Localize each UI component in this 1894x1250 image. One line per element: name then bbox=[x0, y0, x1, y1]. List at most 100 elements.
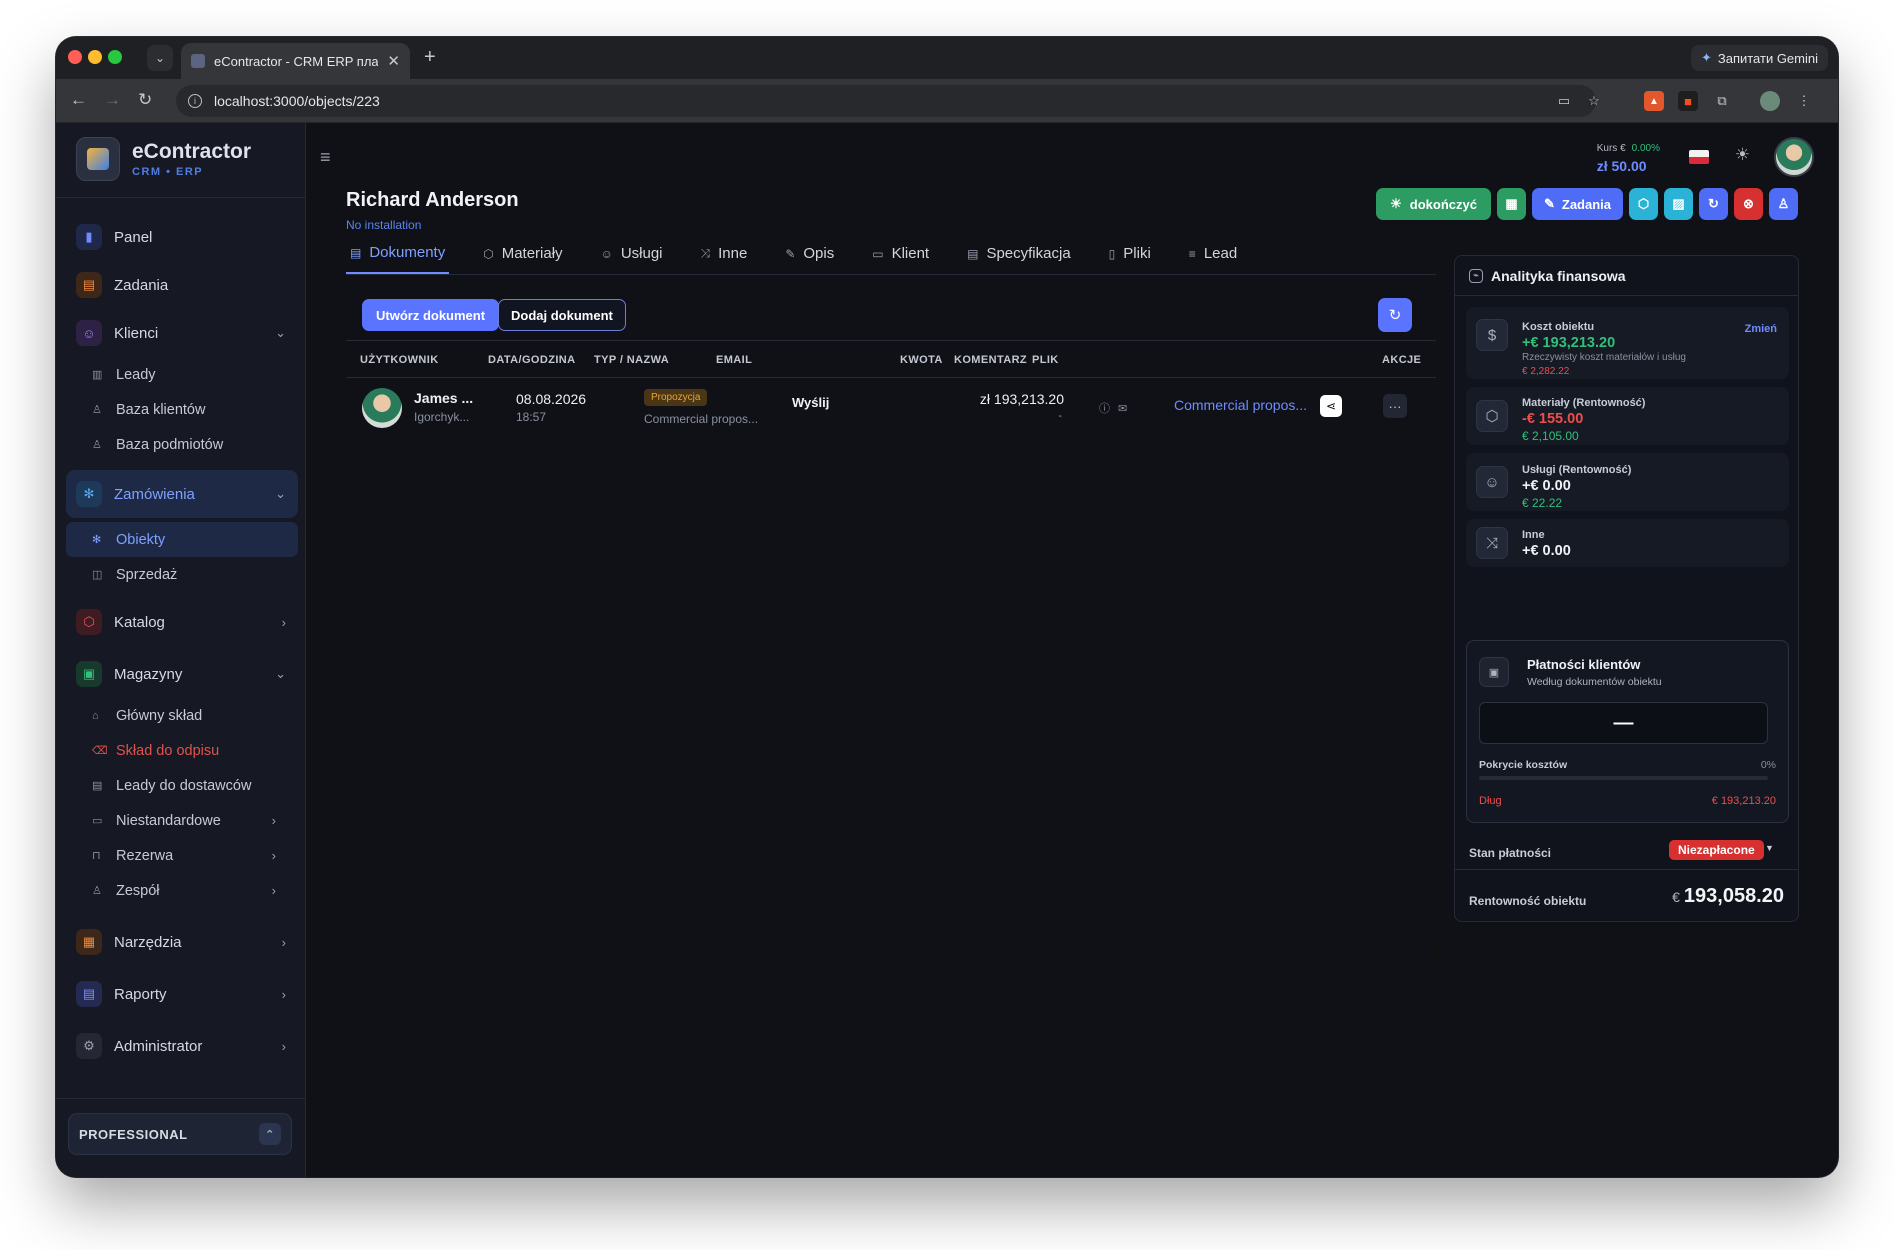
reload-icon[interactable]: ↻ bbox=[138, 90, 152, 110]
tab-specyfikacja[interactable]: ▤ Specyfikacja bbox=[963, 233, 1075, 274]
new-tab-button[interactable]: + bbox=[424, 46, 436, 69]
sidebar-item-panel[interactable]: ▮ Panel bbox=[66, 213, 298, 261]
forward-icon[interactable]: → bbox=[104, 90, 121, 110]
close-tab-icon[interactable]: ✕ bbox=[387, 52, 400, 70]
sidebar-item-zadania[interactable]: ▤ Zadania bbox=[66, 261, 298, 309]
sidebar-sub-baza-podmiotow[interactable]: ♙ Baza podmiotów bbox=[66, 427, 298, 462]
sidebar-sub-baza-klientow[interactable]: ♙ Baza klientów bbox=[66, 392, 298, 427]
row-file-link[interactable]: Commercial propos... bbox=[1174, 397, 1307, 413]
main-content: ≡ Kurs € 0.00% zł 50.00 ☀ Richard Anderso… bbox=[306, 123, 1838, 1177]
mail-icon[interactable]: ✉ bbox=[1118, 403, 1135, 415]
chevron-right-icon: › bbox=[271, 883, 276, 898]
cube-button[interactable]: ⬡ bbox=[1629, 188, 1658, 220]
menu-dots-icon[interactable]: ⋮ bbox=[1794, 91, 1814, 111]
materials-label: Materiały (Rentowność) bbox=[1522, 397, 1646, 409]
create-document-button[interactable]: Utwórz dokument bbox=[362, 299, 500, 331]
sidebar-sub-label: Niestandardowe bbox=[116, 812, 221, 829]
close-window-button[interactable] bbox=[68, 50, 82, 64]
sidebar-sub-rezerwa[interactable]: ⊓ Rezerwa › bbox=[66, 838, 298, 873]
sidebar-item-raporty[interactable]: ▤ Raporty › bbox=[66, 970, 298, 1018]
hamburger-menu-icon[interactable]: ≡ bbox=[320, 147, 331, 168]
tab-inne[interactable]: ⤨ Inne bbox=[697, 233, 752, 274]
finish-label: dokończyć bbox=[1409, 196, 1477, 212]
leads-icon: ▥ bbox=[92, 369, 103, 381]
share-icon[interactable]: ⋖ bbox=[1320, 395, 1342, 417]
tab-materialy[interactable]: ⬡ Materiały bbox=[479, 233, 566, 274]
url-text: localhost:3000/objects/223 bbox=[214, 93, 380, 109]
language-flag-icon[interactable] bbox=[1689, 150, 1709, 164]
chart-button[interactable]: ▨ bbox=[1664, 188, 1693, 220]
minimize-window-button[interactable] bbox=[88, 50, 102, 64]
add-document-button[interactable]: Dodaj dokument bbox=[498, 299, 626, 331]
tab-lead[interactable]: ≡ Lead bbox=[1185, 233, 1241, 274]
extensions-puzzle-icon[interactable]: ⧉ bbox=[1712, 91, 1732, 111]
tasks-button[interactable]: ✎ Zadania bbox=[1531, 188, 1623, 220]
install-icon[interactable]: ▭ bbox=[1554, 91, 1574, 111]
other-card: ⤨ Inne +€ 0.00 bbox=[1466, 519, 1789, 567]
bookmark-star-icon[interactable]: ☆ bbox=[1584, 91, 1604, 111]
sidebar-item-klienci[interactable]: ☺ Klienci ⌄ bbox=[66, 309, 298, 357]
row-email-send[interactable]: Wyślij bbox=[792, 395, 829, 410]
brand[interactable]: eContractor CRM • ERP bbox=[76, 137, 251, 181]
tab-klient[interactable]: ▭ Klient bbox=[868, 233, 933, 274]
info-icon[interactable]: ⓘ bbox=[1099, 403, 1118, 415]
sidebar-sub-niestandardowe[interactable]: ▭ Niestandardowe › bbox=[66, 803, 298, 838]
gemini-button[interactable]: ✦ Запитати Gemini bbox=[1690, 45, 1828, 71]
tab-dokumenty[interactable]: ▤ Dokumenty bbox=[346, 233, 450, 274]
sidebar-sub-leady[interactable]: ▥ Leady bbox=[66, 357, 298, 392]
tab-label: Lead bbox=[1203, 245, 1238, 262]
more-actions-button[interactable]: ··· bbox=[1383, 394, 1407, 418]
payments-value-box: — bbox=[1479, 702, 1768, 744]
row-comment-icons[interactable]: ⓘ✉ bbox=[1099, 400, 1135, 416]
sync-button[interactable]: ↻ bbox=[1699, 188, 1728, 220]
sidebar-item-zamowienia[interactable]: ✻ Zamówienia ⌄ bbox=[66, 470, 298, 518]
user-avatar[interactable] bbox=[1774, 137, 1814, 177]
sidebar-sub-obiekty[interactable]: ✻ Obiekty bbox=[66, 522, 298, 557]
back-icon[interactable]: ← bbox=[70, 90, 87, 110]
sidebar-item-katalog[interactable]: ⬡ Katalog › bbox=[66, 598, 298, 646]
row-amount-sub: - bbox=[1058, 410, 1062, 422]
sidebar-sub-label: Leady bbox=[116, 366, 156, 383]
tab-pliki[interactable]: ▯ Pliki bbox=[1105, 233, 1155, 274]
payment-status-badge[interactable]: Niezapłacone bbox=[1669, 840, 1764, 860]
sidebar-sub-label: Skład do odpisu bbox=[116, 742, 220, 759]
tab-search-button[interactable]: ⌄ bbox=[147, 45, 173, 71]
sidebar-nav: ▮ Panel ▤ Zadania ☺ Klienci ⌄ ▥ Leady ♙ Ba… bbox=[66, 213, 298, 1070]
sidebar-sub-leady-do-dostawcow[interactable]: ▤ Leady do dostawców bbox=[66, 768, 298, 803]
table-row[interactable]: James ... Igorchyk... 08.08.2026 18:57 P… bbox=[346, 379, 1436, 439]
page-subtitle[interactable]: No installation bbox=[346, 218, 421, 232]
settings-icon: ⚙ bbox=[76, 1033, 102, 1059]
refresh-button[interactable]: ↻ bbox=[1378, 298, 1412, 332]
user-button[interactable]: ♙ bbox=[1769, 188, 1798, 220]
plan-label: PROFESSIONAL bbox=[79, 1126, 188, 1142]
change-link[interactable]: Zmień bbox=[1745, 323, 1777, 335]
sidebar-sub-zespol[interactable]: ♙ Zespół › bbox=[66, 873, 298, 908]
finish-button[interactable]: ☀ dokończyć bbox=[1376, 188, 1491, 220]
address-bar[interactable]: i localhost:3000/objects/223 bbox=[176, 85, 1596, 117]
chevron-up-icon[interactable]: ⌃ bbox=[259, 1123, 281, 1145]
tab-uslugi[interactable]: ☺ Usługi bbox=[597, 233, 667, 274]
sidebar-item-magazyny[interactable]: ▣ Magazyny ⌄ bbox=[66, 650, 298, 698]
coverage-progress-bar bbox=[1479, 776, 1768, 780]
caret-down-icon[interactable]: ▼ bbox=[1765, 843, 1774, 853]
sun-icon: ☀ bbox=[1390, 196, 1402, 211]
extension-icon[interactable]: ▲ bbox=[1644, 91, 1664, 111]
profile-icon[interactable] bbox=[1760, 91, 1780, 111]
site-info-icon[interactable]: i bbox=[188, 94, 202, 108]
sidebar-item-administrator[interactable]: ⚙ Administrator › bbox=[66, 1022, 298, 1070]
calculator-button[interactable]: ▦ bbox=[1496, 188, 1526, 220]
maximize-window-button[interactable] bbox=[108, 50, 122, 64]
theme-toggle-sun-icon[interactable]: ☀ bbox=[1735, 145, 1750, 165]
chevron-right-icon: › bbox=[281, 934, 286, 950]
plan-selector[interactable]: PROFESSIONAL ⌃ bbox=[68, 1113, 292, 1155]
browser-tab[interactable]: eContractor - CRM ERP плат ✕ bbox=[181, 43, 410, 79]
sidebar-item-narzedzia[interactable]: ▦ Narzędzia › bbox=[66, 918, 298, 966]
sidebar-sub-sprzedaz[interactable]: ◫ Sprzedaż bbox=[66, 557, 298, 592]
cancel-button[interactable]: ⊗ bbox=[1734, 188, 1763, 220]
tab-opis[interactable]: ✎ Opis bbox=[781, 233, 838, 274]
sidebar-sub-glowny-sklad[interactable]: ⌂ Główny skład bbox=[66, 698, 298, 733]
sidebar-sub-sklad-do-odpisu[interactable]: ⌫ Skład do odpisu bbox=[66, 733, 298, 768]
column-header: KOMENTARZ bbox=[954, 354, 1028, 366]
figma-icon[interactable]: ■ bbox=[1678, 91, 1698, 111]
coverage-label: Pokrycie kosztów bbox=[1479, 759, 1568, 771]
